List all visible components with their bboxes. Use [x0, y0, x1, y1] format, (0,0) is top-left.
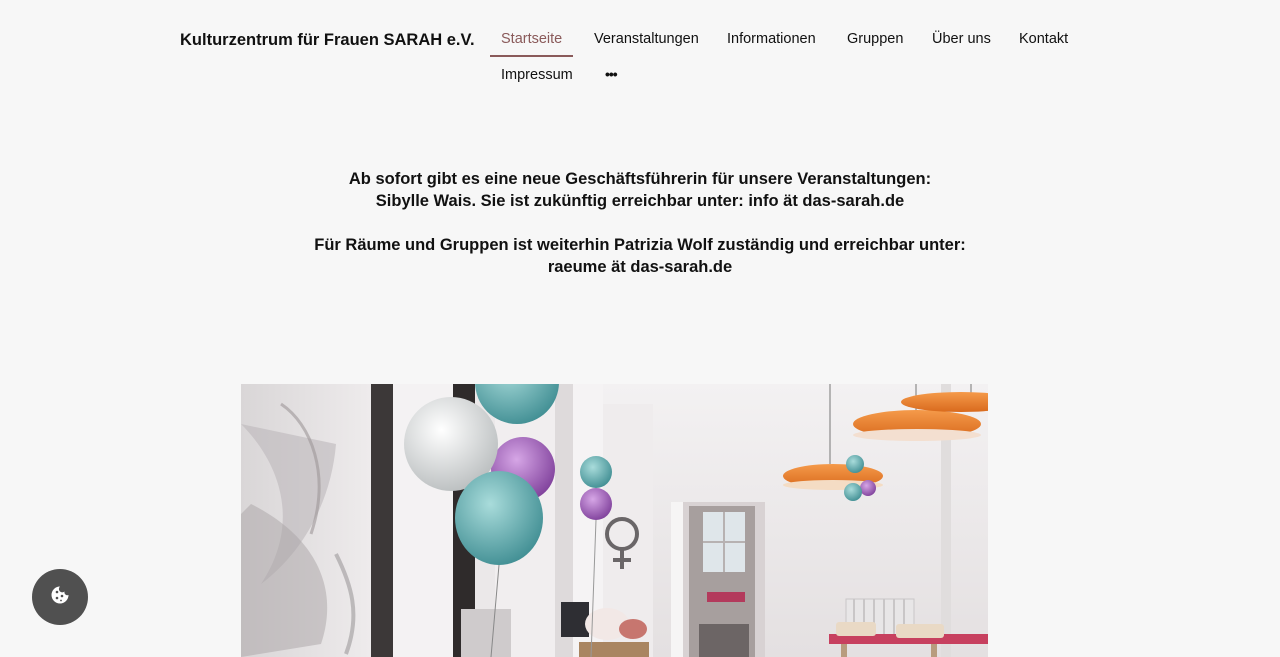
- cookie-icon: [50, 585, 70, 610]
- page: Kulturzentrum für Frauen SARAH e.V. Star…: [0, 0, 1280, 657]
- announcement-line: Sibylle Wais. Sie ist zukünftig erreichb…: [375, 192, 905, 210]
- hero-photo: [241, 384, 988, 657]
- nav-item-informationen[interactable]: Informationen: [727, 31, 816, 47]
- cookie-settings-button[interactable]: [32, 569, 88, 625]
- nav-item-ueber-uns[interactable]: Über uns: [932, 31, 991, 47]
- announcement-line: raeume ät das-sarah.de: [547, 258, 733, 276]
- announcement-line: Ab sofort gibt es eine neue Geschäftsfüh…: [348, 170, 932, 188]
- announcement-line: Für Räume und Gruppen ist weiterhin Patr…: [314, 236, 966, 254]
- nav-item-veranstaltungen[interactable]: Veranstaltungen: [594, 31, 699, 47]
- nav-item-impressum[interactable]: Impressum: [501, 67, 573, 83]
- nav-item-gruppen[interactable]: Gruppen: [847, 31, 903, 47]
- nav-item-kontakt[interactable]: Kontakt: [1019, 31, 1068, 47]
- nav-more-button[interactable]: •••: [605, 66, 618, 82]
- active-nav-underline: [490, 55, 573, 57]
- nav-item-startseite[interactable]: Startseite: [501, 31, 562, 47]
- announcement: Ab sofort gibt es eine neue Geschäftsfüh…: [240, 168, 1040, 278]
- main-navigation: Startseite Veranstaltungen Informationen…: [0, 0, 1280, 100]
